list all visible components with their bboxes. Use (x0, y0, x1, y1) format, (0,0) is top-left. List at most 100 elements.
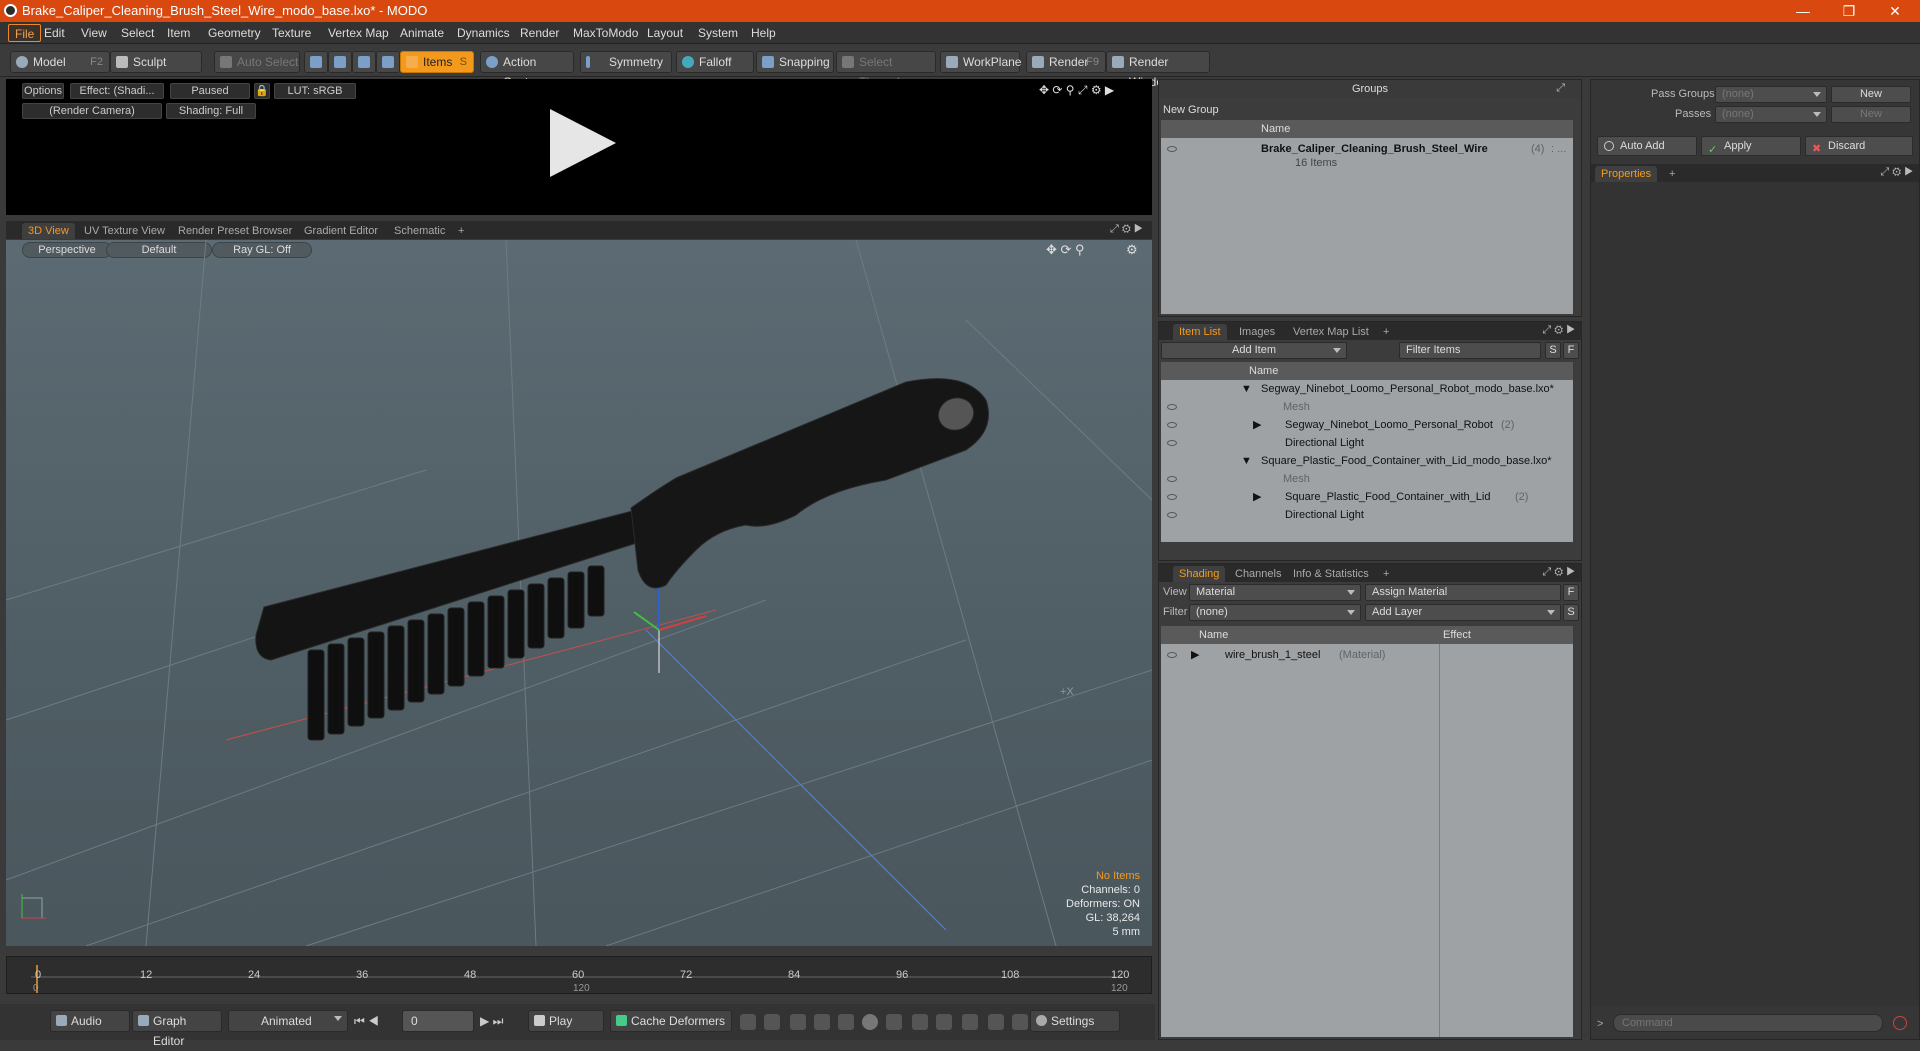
range-start[interactable]: 0 (33, 983, 39, 994)
filter-f-button[interactable]: F (1563, 342, 1579, 359)
key-tool-7-icon[interactable] (988, 1014, 1004, 1030)
minimize-icon[interactable]: — (1780, 0, 1826, 22)
preview-effect-dropdown[interactable]: Effect: (Shadi... (70, 83, 164, 99)
menu-view[interactable]: View (81, 26, 107, 40)
discard-button[interactable]: ✖ Discard (1805, 136, 1913, 156)
polygons-mode-button[interactable] (352, 51, 376, 73)
key-tool-4-icon[interactable] (912, 1014, 928, 1030)
forward-icons[interactable]: ▶ ⏭ (480, 1014, 503, 1029)
action-center-button[interactable]: Action Center (480, 51, 574, 89)
menu-texture[interactable]: Texture (272, 26, 311, 40)
list-item[interactable]: Directional Light (1161, 434, 1573, 452)
snapping-button[interactable]: Snapping (756, 51, 834, 73)
key-tool-8-icon[interactable] (1012, 1014, 1028, 1030)
menu-render[interactable]: Render (520, 26, 559, 40)
menu-help[interactable]: Help (751, 26, 776, 40)
menu-item[interactable]: Item (167, 26, 190, 40)
audio-button[interactable]: Audio (50, 1010, 130, 1032)
key-tool-3-icon[interactable] (886, 1014, 902, 1030)
workplane-button[interactable]: WorkPlane (940, 51, 1021, 73)
falloff-button[interactable]: Falloff (676, 51, 754, 73)
render-button[interactable]: Render F9 (1026, 51, 1106, 73)
menu-select[interactable]: Select (121, 26, 154, 40)
eye-icon[interactable] (1167, 440, 1177, 446)
shading-dropdown[interactable]: Shading: Full (166, 103, 256, 119)
add-properties-tab[interactable]: + (1663, 166, 1681, 182)
tab-properties[interactable]: Properties (1595, 166, 1658, 182)
cache-deformers-button[interactable]: Cache Deformers (610, 1010, 732, 1032)
timeline[interactable]: 0 12 24 36 48 60 72 84 96 108 120 0 120 … (6, 956, 1152, 994)
list-item[interactable]: ▶ Square_Plastic_Food_Container_with_Lid(… (1161, 488, 1573, 506)
menu-edit[interactable]: Edit (44, 26, 65, 40)
model-mode-button[interactable]: Model F2 (10, 51, 110, 73)
tab-uv-texture-view[interactable]: UV Texture View (78, 223, 171, 239)
settings-button[interactable]: Settings (1030, 1010, 1120, 1032)
menu-vertex-map[interactable]: Vertex Map (328, 26, 389, 40)
eye-icon[interactable] (1167, 404, 1177, 410)
list-item[interactable]: ▼ Segway_Ninebot_Loomo_Personal_Robot_mod… (1161, 380, 1573, 398)
filter-s-button[interactable]: S (1545, 342, 1561, 359)
expand-icon[interactable]: ⤢ (1556, 82, 1565, 95)
collapse-icon[interactable]: ▼ (1241, 452, 1252, 470)
add-layer-dropdown[interactable]: Add Layer (1365, 604, 1561, 621)
expand-arrow-icon[interactable]: ▶ (1191, 646, 1199, 664)
menu-file[interactable]: File (8, 24, 42, 42)
lut-dropdown[interactable]: LUT: sRGB (274, 83, 356, 99)
key-prev-icon[interactable] (790, 1014, 806, 1030)
range-mid[interactable]: 120 (573, 983, 590, 994)
stop-icon[interactable] (1893, 1016, 1907, 1030)
tab-vertex-map-list[interactable]: Vertex Map List (1287, 324, 1375, 340)
symmetry-button[interactable]: Symmetry (580, 51, 672, 73)
properties-tab-icons[interactable]: ⤢ ⚙ ▶ (1880, 166, 1913, 179)
add-shading-tab[interactable]: + (1377, 566, 1395, 582)
apply-button[interactable]: ✓ Apply (1701, 136, 1801, 156)
tab-channels[interactable]: Channels (1229, 566, 1287, 582)
menu-layout[interactable]: Layout (647, 26, 683, 40)
tab-item-list[interactable]: Item List (1173, 324, 1227, 340)
key-set-icon[interactable] (838, 1014, 854, 1030)
shading-s-button[interactable]: S (1563, 604, 1579, 621)
graph-editor-button[interactable]: Graph Editor (132, 1010, 222, 1048)
sculpt-mode-button[interactable]: Sculpt (110, 51, 202, 73)
tab-info-statistics[interactable]: Info & Statistics (1287, 566, 1375, 582)
3d-viewport[interactable]: Perspective Default Ray GL: Off ✥ ⟳ ⚲ ⚙ (6, 240, 1152, 946)
auto-add-button[interactable]: Auto Add (1597, 136, 1697, 156)
add-item-dropdown[interactable]: Add Item (1161, 342, 1347, 359)
eye-icon[interactable] (1167, 494, 1177, 500)
viewport-tab-icons[interactable]: ⤢ ⚙ ▶ (1110, 223, 1143, 236)
assign-material-button[interactable]: Assign Material (1365, 584, 1561, 601)
preview-paused-button[interactable]: Paused (170, 83, 250, 99)
list-item[interactable]: ▼ Square_Plastic_Food_Container_with_Lid_… (1161, 452, 1573, 470)
shading-f-button[interactable]: F (1563, 584, 1579, 601)
key-tool-1-icon[interactable] (740, 1014, 756, 1030)
key-tool-6-icon[interactable] (962, 1014, 978, 1030)
expand-arrow-icon[interactable]: ▶ (1253, 416, 1261, 434)
menu-system[interactable]: System (698, 26, 738, 40)
lock-icon[interactable]: 🔒 (254, 83, 270, 99)
auto-select-button[interactable]: Auto Select (214, 51, 300, 73)
tab-3d-view[interactable]: 3D View (22, 223, 75, 239)
eye-icon[interactable] (1167, 512, 1177, 518)
camera-dropdown[interactable]: (Render Camera) (22, 103, 162, 119)
item-list-tab-icons[interactable]: ⤢ ⚙ ▶ (1542, 324, 1575, 337)
menu-animate[interactable]: Animate (400, 26, 444, 40)
range-end[interactable]: 120 (1111, 983, 1128, 994)
frame-field[interactable]: 0 (402, 1010, 474, 1032)
add-item-list-tab[interactable]: + (1377, 324, 1395, 340)
add-tab-button[interactable]: + (452, 223, 470, 239)
key-tool-2-icon[interactable] (764, 1014, 780, 1030)
tab-render-preset-browser[interactable]: Render Preset Browser (172, 223, 298, 239)
material-row[interactable]: ▶ wire_brush_1_steel (Material) (1161, 646, 1573, 664)
filter-dropdown[interactable]: (none) (1189, 604, 1361, 621)
record-icon[interactable] (862, 1014, 878, 1030)
vertices-mode-button[interactable] (304, 51, 328, 73)
list-item[interactable]: ▶ Segway_Ninebot_Loomo_Personal_Robot (2) (1161, 416, 1573, 434)
group-row[interactable]: Brake_Caliper_Cleaning_Brush_Steel_Wire … (1161, 140, 1573, 158)
tab-gradient-editor[interactable]: Gradient Editor (298, 223, 384, 239)
menu-dynamics[interactable]: Dynamics (457, 26, 510, 40)
animated-dropdown[interactable]: Animated (228, 1010, 348, 1032)
command-input[interactable] (1613, 1014, 1883, 1032)
shading-tab-icons[interactable]: ⤢ ⚙ ▶ (1542, 566, 1575, 579)
eye-icon[interactable] (1167, 476, 1177, 482)
new-group-button[interactable]: New Group (1163, 104, 1219, 116)
